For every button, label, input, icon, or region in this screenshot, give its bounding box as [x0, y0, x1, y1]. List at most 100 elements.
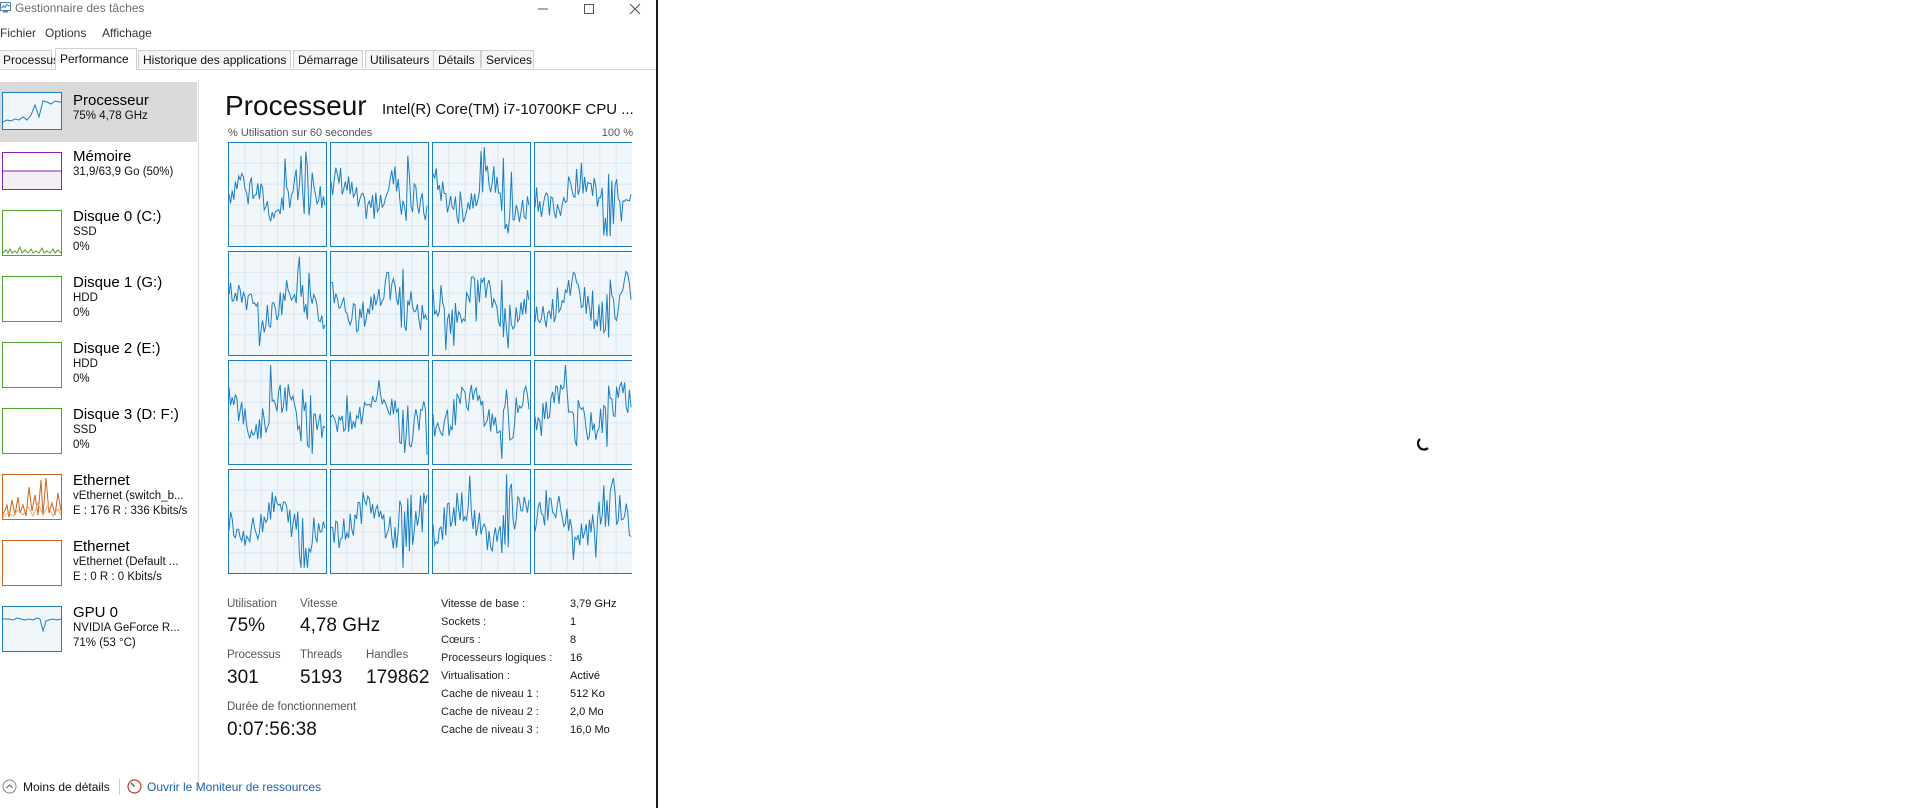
maximize-button[interactable] — [572, 0, 606, 17]
spec-value: 8 — [570, 634, 577, 646]
vitesse-value: 4,78 GHz — [300, 615, 381, 636]
spec-label: Cache de niveau 3 : — [441, 724, 539, 736]
title-bar[interactable]: Gestionnaire des tâches — [0, 0, 656, 17]
spec-value: 512 Ko — [570, 688, 605, 700]
sidebar-item-sub: vEthernet (switch_b... — [73, 490, 184, 502]
sidebar-item-sub2: 0% — [73, 307, 90, 319]
close-button[interactable] — [618, 0, 652, 17]
memoire-mini-fill — [3, 171, 61, 189]
gpu-0-mini-graph — [3, 617, 61, 633]
utilization-max-label: 100 % — [601, 127, 633, 139]
gpu-0-thumbnail — [2, 606, 62, 652]
ethernet-1-thumbnail — [2, 474, 62, 520]
maximize-icon — [584, 3, 594, 14]
sidebar-item-name: Ethernet — [73, 472, 130, 489]
less-details-button[interactable]: Moins de détails — [23, 780, 110, 794]
logical-processor-graph — [432, 360, 531, 465]
disque-0-mini-graph — [3, 245, 61, 254]
menu-affichage[interactable]: Affichage — [102, 26, 152, 40]
ethernet-1-mini-line — [3, 477, 61, 518]
sidebar-item-sub: SSD — [73, 226, 97, 238]
sidebar-item-ethernet-1[interactable]: Ethernet vEthernet (switch_b... E : 176 … — [0, 468, 197, 528]
sidebar-item-name: Disque 3 (D: F:) — [73, 406, 179, 423]
vitesse-label: Vitesse — [300, 598, 338, 610]
resource-monitor-link[interactable]: Ouvrir le Moniteur de ressources — [147, 780, 321, 794]
ethernet-2-thumbnail — [2, 540, 62, 586]
menu-fichier[interactable]: Fichier — [0, 26, 36, 40]
memoire-thumbnail — [2, 152, 62, 190]
sidebar-item-sub2: E : 176 R : 336 Kbits/s — [73, 505, 188, 517]
sidebar-item-disque-1[interactable]: Disque 1 (G:) HDD 0% — [0, 270, 197, 330]
resource-monitor-icon — [127, 779, 142, 794]
logical-processor-graph — [330, 360, 429, 465]
tab-processus[interactable]: Processus — [0, 50, 59, 68]
logical-processor-graph — [228, 469, 327, 574]
sidebar-item-sub: 31,9/63,9 Go (50%) — [73, 166, 174, 178]
spec-label: Virtualisation : — [441, 670, 510, 682]
logical-processor-graph — [228, 142, 327, 247]
tab-details[interactable]: Détails — [433, 50, 481, 68]
menu-options[interactable]: Options — [45, 26, 86, 40]
sidebar-item-sub2: 0% — [73, 439, 90, 451]
task-manager-window: Gestionnaire des tâches Fichier Options … — [0, 0, 658, 808]
sidebar-item-processeur[interactable]: Processeur 75% 4,78 GHz — [0, 82, 197, 142]
task-manager-icon — [0, 2, 11, 13]
sidebar-item-sub2: 0% — [73, 241, 90, 253]
cpu-model-name: Intel(R) Core(TM) i7-10700KF CPU ... — [382, 101, 634, 118]
sidebar-item-disque-3[interactable]: Disque 3 (D: F:) SSD 0% — [0, 402, 197, 462]
logical-processor-graph — [330, 251, 429, 356]
sidebar-item-disque-0[interactable]: Disque 0 (C:) SSD 0% — [0, 204, 197, 264]
memoire-mini-graph — [3, 170, 61, 189]
processeur-thumbnail — [2, 92, 62, 130]
sidebar-item-name: Mémoire — [73, 148, 132, 165]
performance-panel: Processeur Intel(R) Core(TM) i7-10700KF … — [200, 80, 656, 780]
sidebar-item-gpu-0[interactable]: GPU 0 NVIDIA GeForce R... 71% (53 °C) — [0, 600, 197, 660]
processus-value: 301 — [227, 667, 259, 688]
spec-value: Activé — [570, 670, 600, 682]
sidebar-item-ethernet-2[interactable]: Ethernet vEthernet (Default ... E : 0 R … — [0, 534, 197, 594]
footer-bar: Moins de détails Ouvrir le Moniteur de r… — [0, 776, 656, 800]
footer-divider — [119, 779, 120, 795]
uptime-label: Durée de fonctionnement — [227, 701, 357, 713]
spec-value: 16 — [570, 652, 583, 664]
logical-processor-graph — [228, 360, 327, 465]
sidebar-item-sub: 75% 4,78 GHz — [73, 110, 148, 122]
spec-value: 1 — [570, 616, 577, 628]
logical-processor-graph — [432, 469, 531, 574]
sidebar-item-sub2: E : 0 R : 0 Kbits/s — [73, 571, 162, 583]
threads-value: 5193 — [300, 667, 343, 688]
logical-processor-graph — [330, 469, 429, 574]
processeur-mini-graph — [3, 100, 61, 123]
sidebar-item-sub: HDD — [73, 292, 98, 304]
processeur-mini-line — [3, 100, 61, 123]
utilisation-label: Utilisation — [227, 598, 277, 610]
sidebar-item-disque-2[interactable]: Disque 2 (E:) HDD 0% — [0, 336, 197, 396]
threads-label: Threads — [300, 649, 343, 661]
sidebar-item-memoire[interactable]: Mémoire 31,9/63,9 Go (50%) — [0, 142, 197, 202]
tab-performance[interactable]: Performance — [55, 48, 137, 70]
logical-processor-graphs — [228, 142, 632, 574]
logical-processor-graph — [228, 251, 327, 356]
spec-value: 2,0 Mo — [570, 706, 604, 718]
logical-processor-graph — [330, 142, 429, 247]
tab-demarrage[interactable]: Démarrage — [293, 50, 363, 68]
minimize-icon — [538, 8, 548, 9]
logical-processor-graph — [534, 251, 632, 356]
page-title: Processeur — [225, 90, 367, 121]
spec-label: Cœurs : — [441, 634, 481, 646]
uptime-value: 0:07:56:38 — [227, 719, 317, 740]
tab-bar: Processus Performance Historique des app… — [0, 48, 656, 70]
tab-services[interactable]: Services — [481, 50, 534, 68]
minimize-button[interactable] — [526, 0, 560, 17]
gpu-0-mini-line — [3, 617, 61, 633]
sidebar-item-name: Disque 1 (G:) — [73, 274, 163, 291]
spec-label: Processeurs logiques : — [441, 652, 553, 664]
logical-processor-graph — [432, 142, 531, 247]
logical-processor-graph — [534, 469, 632, 574]
tab-utilisateurs[interactable]: Utilisateurs — [365, 50, 440, 68]
chevron-up-icon[interactable] — [2, 779, 17, 794]
handles-label: Handles — [366, 649, 409, 661]
sidebar-item-sub2: 71% (53 °C) — [73, 637, 136, 649]
tab-historique[interactable]: Historique des applications — [138, 50, 291, 68]
ethernet-1-mini-graph — [3, 477, 61, 518]
